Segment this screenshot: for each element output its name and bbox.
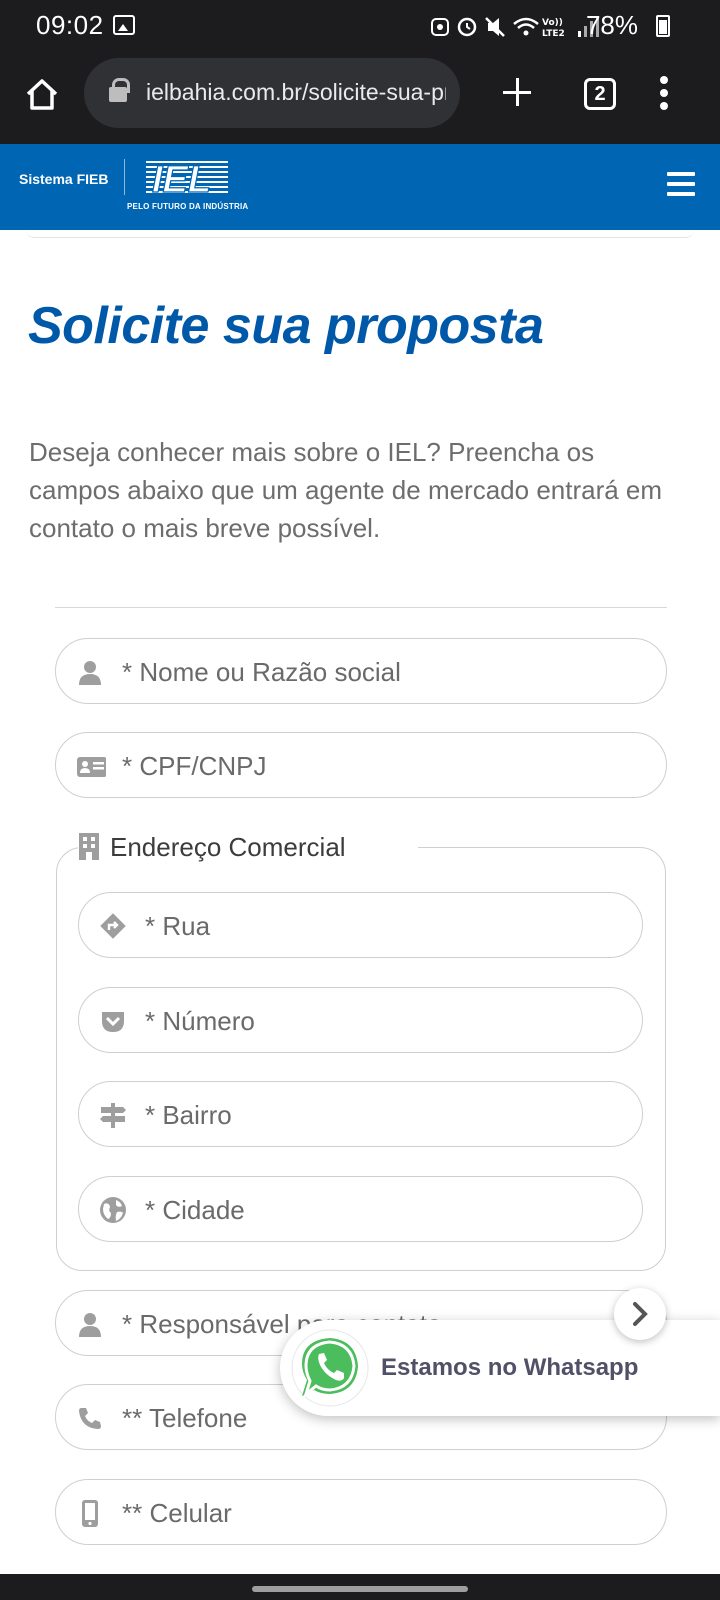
address-legend: Endereço Comercial: [78, 830, 418, 866]
logo-text: IEL: [152, 159, 211, 196]
street-field[interactable]: * Rua: [78, 892, 643, 958]
navigation-bar: [0, 1574, 720, 1600]
header-shadow: [26, 230, 694, 238]
district-field[interactable]: * Bairro: [78, 1081, 643, 1147]
signpost-icon: [100, 1103, 126, 1128]
svg-text:Vo)): Vo)): [542, 18, 563, 28]
intro-text: Deseja conhecer mais sobre o IEL? Preenc…: [29, 437, 663, 543]
mobile-placeholder: ** Celular: [122, 1498, 232, 1528]
district-placeholder: * Bairro: [145, 1100, 232, 1130]
brand-divider: [124, 159, 125, 195]
user-icon: [79, 661, 101, 685]
iel-logo[interactable]: IEL: [146, 158, 228, 196]
globe-icon: [100, 1197, 126, 1223]
address-bar[interactable]: ielbahia.com.br/solicite-sua-pro: [84, 58, 460, 128]
url-text[interactable]: ielbahia.com.br/solicite-sua-pro: [146, 79, 446, 106]
home-icon[interactable]: [22, 74, 62, 114]
cpf-cnpj-field[interactable]: * CPF/CNPJ: [55, 732, 667, 798]
battery-level: 78%: [585, 10, 638, 40]
directions-icon: [100, 913, 126, 939]
brand-system[interactable]: Sistema FIEB: [19, 171, 108, 187]
number-field[interactable]: * Número: [78, 987, 643, 1053]
address-legend-text: Endereço Comercial: [110, 832, 346, 862]
phone-icon: [79, 1408, 101, 1429]
tab-switcher-button[interactable]: 2: [584, 78, 616, 110]
status-icons: Vo)) LTE2: [431, 16, 599, 39]
status-time: 09:02: [36, 10, 104, 40]
city-field[interactable]: * Cidade: [78, 1176, 643, 1242]
number-placeholder: * Número: [145, 1006, 255, 1036]
building-icon: [79, 833, 99, 860]
battery-icon: [656, 15, 670, 37]
lock-icon: [109, 78, 130, 102]
site-header: Sistema FIEB IEL PELO FUTURO DA INDÚSTRI…: [0, 144, 720, 230]
gallery-notification-icon: [113, 15, 135, 35]
home-gesture-handle[interactable]: [252, 1586, 468, 1592]
city-placeholder: * Cidade: [145, 1195, 245, 1225]
whatsapp-label[interactable]: Estamos no Whatsapp: [381, 1354, 638, 1382]
mobile-phone-icon: [82, 1500, 98, 1527]
cpf-cnpj-placeholder: * CPF/CNPJ: [122, 751, 267, 781]
pocket-icon: [102, 1012, 124, 1032]
brand-tagline: PELO FUTURO DA INDÚSTRIA: [127, 202, 249, 211]
page-title: Solicite sua proposta: [28, 297, 544, 355]
id-card-icon: [77, 757, 106, 777]
name-placeholder: * Nome ou Razão social: [122, 657, 401, 687]
mobile-field[interactable]: ** Celular: [55, 1479, 667, 1545]
more-menu-icon[interactable]: [660, 76, 670, 112]
hamburger-menu-icon[interactable]: [667, 172, 695, 198]
browser-toolbar: ielbahia.com.br/solicite-sua-pro 2: [0, 52, 720, 144]
street-placeholder: * Rua: [145, 911, 211, 941]
whatsapp-icon[interactable]: [290, 1328, 370, 1408]
name-field[interactable]: * Nome ou Razão social: [55, 638, 667, 704]
new-tab-button[interactable]: [497, 72, 537, 112]
user-icon: [79, 1313, 101, 1337]
status-bar: 09:02 Vo)) LTE2 78%: [0, 0, 720, 52]
svg-text:LTE2: LTE2: [542, 29, 565, 39]
phone-placeholder: ** Telefone: [122, 1403, 248, 1433]
chevron-right-icon[interactable]: [614, 1288, 666, 1340]
divider: [55, 607, 667, 608]
